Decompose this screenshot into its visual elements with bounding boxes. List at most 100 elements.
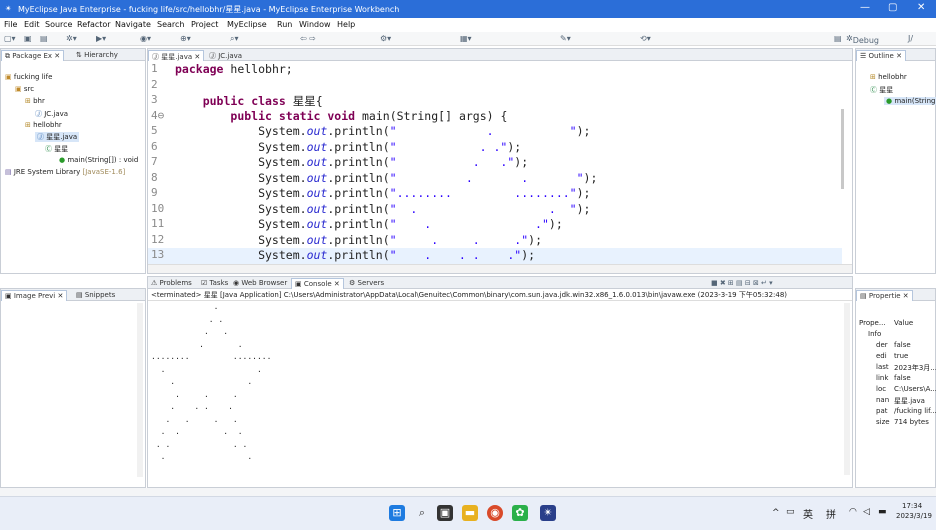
app-icon[interactable]: ✿ (512, 505, 528, 521)
maximize-button[interactable]: ▢ (888, 2, 897, 13)
file-explorer-icon[interactable]: ▬ (462, 505, 478, 521)
ime-mode[interactable]: 拼 (826, 506, 836, 521)
wifi-icon[interactable]: ◠ (849, 507, 857, 517)
tab-snippets[interactable]: ▤ Snippets (73, 290, 118, 301)
menu-file[interactable]: File (4, 20, 17, 29)
save-icon[interactable]: ▣ (24, 34, 32, 43)
new-icon[interactable]: ▢▾ (4, 34, 16, 43)
volume-icon[interactable]: ◁ (863, 507, 870, 517)
debug-perspective[interactable]: ✲ Debug (846, 34, 879, 45)
console-output[interactable]: . . . . . . . ........ ........ . . . . … (151, 301, 271, 464)
property-value[interactable]: C:\Users\A... (894, 385, 936, 393)
new-class-icon[interactable]: ◉▾ (140, 34, 151, 43)
tab-tasks[interactable]: ☑ Tasks (198, 278, 231, 289)
property-value[interactable]: 2023年3月... (894, 363, 936, 373)
tree-item-jc-java[interactable]: Ⓙ JC.java (35, 109, 68, 119)
tab-jc-java[interactable]: Ⓙ JC.java (206, 50, 245, 61)
menu-refactor[interactable]: Refactor (77, 20, 111, 29)
menu-source[interactable]: Source (45, 20, 72, 29)
tree-item-src[interactable]: ▣ src (15, 85, 34, 93)
tree-item-jre[interactable]: ▤ JRE System Library [JavaSE-1.6] (5, 168, 125, 176)
browser-icon[interactable]: ◉ (487, 505, 503, 521)
code-line[interactable]: 13 System.out.println(" . . . ."); (148, 248, 842, 264)
menu-run[interactable]: Run (277, 20, 292, 29)
tab-console[interactable]: ▣ Console ✕ (291, 278, 344, 289)
property-value[interactable]: /fucking lif... (894, 407, 936, 415)
tab-properties[interactable]: ▤ Propertie ✕ (856, 290, 913, 301)
tab-servers[interactable]: ⚙ Servers (346, 278, 387, 289)
task-view-icon[interactable]: ▣ (437, 505, 453, 521)
property-value[interactable]: false (894, 374, 911, 382)
history-icon[interactable]: ⟲▾ (640, 34, 651, 43)
menu-help[interactable]: Help (337, 20, 355, 29)
tools-icon[interactable]: ⚙▾ (380, 34, 391, 43)
properties-group-info[interactable]: Info (868, 330, 881, 338)
scrollbar[interactable] (137, 303, 143, 477)
outline-main[interactable]: ● main(String (884, 97, 936, 105)
search-icon[interactable]: ⌕▾ (230, 34, 239, 44)
tab-problems[interactable]: ⚠ Problems (148, 278, 195, 289)
ime-language[interactable]: 英 (803, 506, 813, 521)
code-area[interactable]: 1 package hellobhr; 2 3 public class 星星{4⊖ … (148, 62, 852, 264)
tray-chevron-icon[interactable]: ^ (772, 508, 780, 518)
tab-package-explorer[interactable]: ⧉ Package Ex ✕ (1, 50, 65, 61)
debug-icon[interactable]: ✲▾ (66, 34, 77, 43)
clock-date[interactable]: 2023/3/19 (896, 512, 932, 520)
open-perspective-icon[interactable]: ▤ (834, 34, 842, 43)
tree-item-class[interactable]: Ⓒ 星星 (45, 144, 68, 154)
horizontal-scrollbar[interactable] (148, 264, 852, 273)
menu-window[interactable]: Window (299, 20, 331, 29)
tab-image-preview[interactable]: ▣ Image Previ ✕ (1, 290, 68, 301)
server-icon[interactable]: ▦▾ (460, 34, 472, 43)
print-icon[interactable]: ▤ (40, 34, 48, 43)
tree-item-xingxing-java[interactable]: Ⓙ 星星.java (35, 132, 80, 142)
menu-navigate[interactable]: Navigate (115, 20, 151, 29)
navigate-icon[interactable]: ⇦ ⇨ (300, 34, 316, 43)
property-value[interactable]: 星星.java (894, 396, 925, 406)
tree-item-project[interactable]: ▣ fucking life (5, 73, 52, 81)
tab-web-browser[interactable]: ◉ Web Browser (230, 278, 290, 289)
code-line[interactable]: 2 (148, 78, 842, 94)
menu-search[interactable]: Search (157, 20, 184, 29)
property-value[interactable]: true (894, 352, 908, 360)
tree-item-main-method[interactable]: ● main(String[]) : void (59, 156, 138, 164)
tree-item-package-hellobhr[interactable]: ⊞ hellobhr (25, 121, 62, 129)
outline-class[interactable]: Ⓒ 星星 (870, 85, 893, 95)
code-line[interactable]: 5 System.out.println(" . "); (148, 124, 842, 140)
clock-time[interactable]: 17:34 (902, 502, 922, 510)
code-line[interactable]: 11 System.out.println(" . ."); (148, 217, 842, 233)
outline-package[interactable]: ⊞ hellobhr (870, 73, 907, 81)
code-line[interactable]: 6 System.out.println(" . ."); (148, 140, 842, 156)
menu-project[interactable]: Project (191, 20, 218, 29)
code-line[interactable]: 12 System.out.println(" . . ."); (148, 233, 842, 249)
myeclipse-taskbar-icon[interactable]: ✴ (540, 505, 556, 521)
console-toolbar[interactable]: ■ ✖ ⊞ ▤ ⊟ ⊠ ↵ ▾ (708, 278, 776, 289)
menu-myeclipse[interactable]: MyEclipse (227, 20, 267, 29)
battery-icon[interactable]: ▬ (878, 507, 887, 517)
code-line[interactable]: 1 package hellobhr; (148, 62, 842, 78)
code-line[interactable]: 7 System.out.println(" . ."); (148, 155, 842, 171)
search-icon[interactable]: ⌕ (414, 505, 430, 521)
code-line[interactable]: 3 public class 星星{ (148, 93, 842, 109)
tree-item-package-bhr[interactable]: ⊞ bhr (25, 97, 45, 105)
tab-xingxing-java[interactable]: Ⓙ 星星.java ✕ (148, 50, 205, 61)
close-button[interactable]: ✕ (917, 2, 925, 13)
code-line[interactable]: 10 System.out.println(" . . "); (148, 202, 842, 218)
start-icon[interactable]: ⊞ (389, 505, 405, 521)
tab-hierarchy[interactable]: ⇅ Hierarchy (73, 50, 121, 61)
minimize-button[interactable]: — (860, 2, 870, 13)
run-icon[interactable]: ▶▾ (96, 34, 106, 43)
code-line[interactable]: 4⊖ public static void main(String[] args… (148, 109, 842, 125)
tab-outline[interactable]: ☰ Outline ✕ (856, 50, 906, 61)
code-line[interactable]: 9 System.out.println("........ ........"… (148, 186, 842, 202)
scrollbar[interactable] (844, 303, 850, 475)
misc-icon[interactable]: ✎▾ (560, 34, 571, 43)
property-value[interactable]: 714 bytes (894, 418, 929, 426)
open-type-icon[interactable]: ⊕▾ (180, 34, 191, 43)
property-value[interactable]: false (894, 341, 911, 349)
menu-edit[interactable]: Edit (24, 20, 40, 29)
code-line[interactable]: 8 System.out.println(" . . "); (148, 171, 842, 187)
java-perspective[interactable]: J/ (908, 34, 913, 43)
tray-keyboard-icon[interactable]: ▭ (786, 507, 795, 517)
menu-bar: File Edit Source Refactor Navigate Searc… (0, 18, 936, 32)
